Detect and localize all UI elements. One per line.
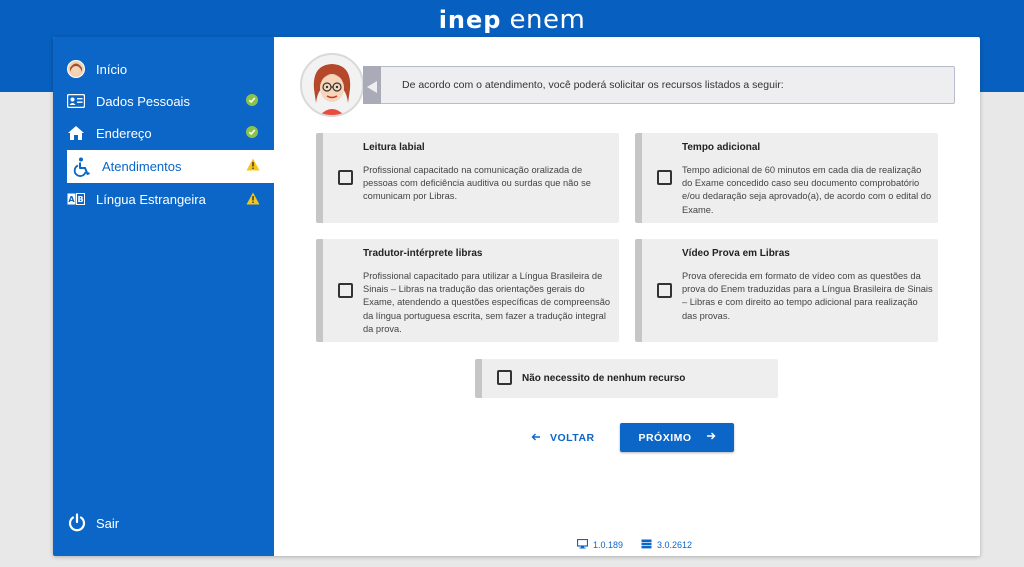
sidebar-item-label: Língua Estrangeira <box>96 191 206 207</box>
sidebar-item-label: Endereço <box>96 125 152 141</box>
instruction-text: De acordo com o atendimento, você poderá… <box>402 79 784 91</box>
sidebar: Início Dados Pessoais Endereço Atendimen… <box>53 37 274 556</box>
main-content: De acordo com o atendimento, você poderá… <box>274 37 980 556</box>
checkbox-nenhum-recurso[interactable] <box>497 370 512 385</box>
option-title: Leitura labial <box>363 142 425 153</box>
sidebar-item-endereco[interactable]: Endereço <box>53 118 274 148</box>
logo-inep: inep <box>438 6 502 34</box>
option-desc: Prova oferecida em formato de vídeo com … <box>682 271 933 321</box>
option-title: Tempo adicional <box>682 142 761 153</box>
database-icon <box>641 539 652 551</box>
back-button[interactable]: VOLTAR <box>531 430 595 446</box>
warning-icon <box>246 192 260 206</box>
sidebar-item-atendimentos[interactable]: Atendimentos <box>67 150 274 183</box>
sidebar-item-dados-pessoais[interactable]: Dados Pessoais <box>53 86 274 116</box>
id-card-icon <box>66 91 86 111</box>
checkbox-tradutor-interprete-libras[interactable] <box>338 283 353 298</box>
arrow-left-icon <box>531 432 541 445</box>
assistant-avatar <box>300 53 364 117</box>
instruction-bubble: De acordo com o atendimento, você poderá… <box>363 66 955 104</box>
back-label: VOLTAR <box>550 432 595 444</box>
checkbox-video-prova-libras[interactable] <box>657 283 672 298</box>
logout-label: Sair <box>96 515 120 531</box>
option-nenhum-recurso[interactable]: Não necessito de nenhum recurso <box>475 359 778 398</box>
front-version-value: 1.0.189 <box>593 540 624 550</box>
bubble-tail <box>367 81 377 93</box>
front-version: 1.0.189 <box>576 538 624 551</box>
check-icon <box>246 126 260 140</box>
sidebar-item-label: Atendimentos <box>102 159 182 174</box>
home-icon <box>66 123 86 143</box>
logout-button[interactable]: Sair <box>53 511 274 535</box>
option-tempo-adicional[interactable]: Tempo adicional Tempo adicional de 60 mi… <box>635 133 938 223</box>
check-icon <box>246 94 260 108</box>
option-video-prova-libras[interactable]: Vídeo Prova em Libras Prova oferecida em… <box>635 239 938 342</box>
option-title: Vídeo Prova em Libras <box>682 248 790 259</box>
translate-icon: AB <box>66 189 86 209</box>
sidebar-item-label: Dados Pessoais <box>96 93 190 109</box>
inep-enem-logo: inep enem <box>0 4 1024 35</box>
wheelchair-icon <box>72 157 92 177</box>
back-version: 3.0.2612 <box>641 539 692 551</box>
version-footer: 1.0.189 3.0.2612 <box>576 538 692 551</box>
checkbox-tempo-adicional[interactable] <box>657 170 672 185</box>
next-button[interactable]: PRÓXIMO <box>620 423 734 452</box>
power-icon <box>67 513 87 533</box>
option-desc: Tempo adicional de 60 minutos em cada di… <box>682 165 932 215</box>
svg-text:A: A <box>68 195 75 204</box>
checkbox-leitura-labial[interactable] <box>338 170 353 185</box>
logo-enem: enem <box>509 5 586 35</box>
arrow-right-icon <box>706 431 716 444</box>
sidebar-item-inicio[interactable]: Início <box>53 54 274 84</box>
option-title: Tradutor-intérprete libras <box>363 248 483 259</box>
warning-icon <box>246 158 260 172</box>
monitor-icon <box>576 538 589 551</box>
option-title: Não necessito de nenhum recurso <box>522 373 686 384</box>
option-leitura-labial[interactable]: Leitura labial Profissional capacitado n… <box>316 133 619 223</box>
sidebar-item-label: Início <box>96 61 128 77</box>
user-avatar-icon <box>66 59 86 79</box>
next-label: PRÓXIMO <box>638 431 692 444</box>
main-card: Início Dados Pessoais Endereço Atendimen… <box>53 37 980 556</box>
option-desc: Profissional capacitado na comunicação o… <box>363 165 591 202</box>
option-tradutor-interprete-libras[interactable]: Tradutor-intérprete libras Profissional … <box>316 239 619 342</box>
svg-text:B: B <box>77 195 83 204</box>
back-version-value: 3.0.2612 <box>657 540 693 550</box>
option-desc: Profissional capacitado para utilizar a … <box>363 271 611 334</box>
sidebar-item-lingua-estrangeira[interactable]: AB Língua Estrangeira <box>53 184 274 214</box>
